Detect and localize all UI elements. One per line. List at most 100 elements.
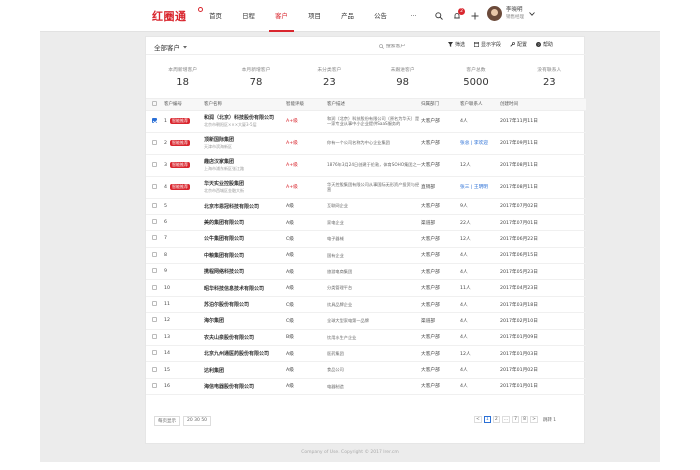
stat-value: 78 <box>249 77 263 88</box>
user-menu[interactable]: 李晓明 销售经理 <box>487 6 535 21</box>
created-date: 2017年01月09日 <box>500 329 586 347</box>
row-checkbox[interactable] <box>152 139 157 145</box>
page-button[interactable]: 2 <box>492 416 500 423</box>
table-row[interactable]: 9 携程网络科技公司 A级 旅游电商集团 大客户部 4人 2017年05月23日 <box>146 263 586 281</box>
customer-name-link[interactable]: 农夫山泉股份有限公司 <box>204 334 286 341</box>
view-selector[interactable]: 全部客户 <box>154 42 187 52</box>
logo: 红圈通 <box>152 10 187 23</box>
customer-name-link[interactable]: 公牛集团有限公司 <box>204 235 286 242</box>
table-row[interactable]: 13 农夫山泉股份有限公司 B级 饮用水生产企业 大客户部 4人 2017年01月09日 <box>146 329 586 347</box>
column-header[interactable]: 客户编号 <box>164 99 204 111</box>
customer-contact[interactable]: 张三 | 王明明 <box>460 185 488 190</box>
column-header[interactable]: 客户名称 <box>204 99 286 111</box>
notification-badge: 2 <box>458 8 465 15</box>
stat-card[interactable]: 客户总数 5000 <box>439 55 512 98</box>
table-row[interactable]: 15 达利集团 A级 食品公司 大客户部 4人 2017年01月02日 <box>146 361 586 379</box>
table-row[interactable]: 16 海信电器股份有限公司 A级 电器制造 大客户部 4人 2017年01月01日 <box>146 378 586 396</box>
column-header[interactable]: 客户联系人 <box>460 99 500 111</box>
notification-bell-icon[interactable]: 2 <box>448 7 466 25</box>
row-checkbox[interactable] <box>152 284 157 290</box>
nav-item[interactable]: 日程 <box>233 0 264 32</box>
table-row[interactable]: 7 公牛集团有限公司 C级 电子器械 大客户部 12人 2017年06月22日 <box>146 230 586 248</box>
table-row[interactable]: 2 智能推荐 顶新国际集团 天津市滨海新区 A+级 你有一个公司名称为中心企业集团 大客户部… <box>146 132 586 155</box>
add-icon[interactable] <box>466 7 484 25</box>
page-button[interactable]: < <box>474 416 482 423</box>
customer-name-link[interactable]: 北京九州通医药股份有限公司 <box>204 350 286 357</box>
table-row[interactable]: 4 智能推荐 华天实业控股集团 北京市西城区金融大街 A+级 华天控股集团有限公司从事国际… <box>146 176 586 199</box>
table-row[interactable]: 12 海尔集团 C级 全球大型家电第一品牌 渠道部 4人 2017年02月10日 <box>146 312 586 330</box>
filter-button[interactable]: 筛选 <box>448 41 465 48</box>
table-row[interactable]: 14 北京九州通医药股份有限公司 A级 医药集团 大客户部 12人 2017年01月03日 <box>146 345 586 363</box>
table-row[interactable]: 6 美的集团有限公司 A级 家电企业 渠道部 22人 2017年07月01日 <box>146 214 586 232</box>
select-all-checkbox[interactable] <box>152 100 157 106</box>
nav-item[interactable]: 产品 <box>332 0 363 32</box>
search-icon[interactable] <box>430 7 448 25</box>
goto-page-label[interactable]: 跳转 1 <box>543 417 556 423</box>
row-checkbox[interactable] <box>152 382 157 388</box>
search-box[interactable] <box>379 41 427 51</box>
customer-name-link[interactable]: 中粮集团有限公司 <box>204 252 286 259</box>
stat-card[interactable]: 未分类客户 23 <box>293 55 366 98</box>
table-row[interactable]: 5 北京市恩冠科技有限公司 A级 互联网企业 大客户部 9人 2017年07月02日 <box>146 198 586 215</box>
config-button[interactable]: 配置 <box>510 41 527 48</box>
customer-contact[interactable]: 张总 | 李欢迎 <box>460 141 488 146</box>
created-date: 2017年01月02日 <box>500 361 586 379</box>
page-button[interactable]: 7 <box>512 416 520 423</box>
customer-description: 饮用水生产企业 <box>327 334 357 340</box>
row-checkbox[interactable] <box>152 350 157 356</box>
stat-card[interactable]: 未跟进客户 98 <box>366 55 439 98</box>
row-checkbox[interactable] <box>152 161 157 167</box>
row-checkbox[interactable] <box>152 219 157 225</box>
nav-item[interactable]: ··· <box>398 0 429 32</box>
customer-name-link[interactable]: 海尔集团 <box>204 317 286 324</box>
stat-card[interactable]: 本月新增客户 78 <box>219 55 292 98</box>
stat-card[interactable]: 没有联系人 23 <box>513 55 586 98</box>
top-icons: 2 <box>430 0 484 32</box>
customer-name-link[interactable]: 和润（北京）科技股份有限公司 <box>204 114 286 121</box>
column-header[interactable]: 智能评级 <box>286 99 327 111</box>
page-button[interactable]: 8 <box>521 416 529 423</box>
row-checkbox[interactable] <box>152 251 157 257</box>
column-header[interactable]: 归属部门 <box>421 99 460 111</box>
customer-name-link[interactable]: 华天实业控股集团 <box>204 180 286 187</box>
customer-name-link[interactable]: 携程网络科技公司 <box>204 268 286 275</box>
stat-card[interactable]: 本周新增客户 18 <box>146 55 219 98</box>
row-checkbox[interactable] <box>152 317 157 323</box>
row-checkbox[interactable] <box>152 301 157 307</box>
table-row[interactable]: 8 中粮集团有限公司 A级 国有企业 大客户部 4人 2017年06月15日 <box>146 247 586 265</box>
table-row[interactable]: 3 智能推荐 趣店汉家集团 上海市浦东新区张江路 A+级 1876年3月24日创建于伦敦，… <box>146 154 586 177</box>
customer-name-link[interactable]: 达利集团 <box>204 367 286 374</box>
nav-item[interactable]: 首页 <box>200 0 231 32</box>
nav-item[interactable]: 客户 <box>266 0 297 32</box>
customer-name-link[interactable]: 美的集团有限公司 <box>204 219 286 226</box>
customer-name-link[interactable]: 北京市恩冠科技有限公司 <box>204 203 286 210</box>
row-checkbox[interactable] <box>152 202 157 208</box>
row-checkbox[interactable] <box>152 235 157 241</box>
column-header[interactable]: 客户描述 <box>327 99 421 111</box>
table-row[interactable]: 1 智能推荐 和润（北京）科技股份有限公司 北京市朝阳区×××大厦3-5层 A+级 和润（… <box>146 110 586 133</box>
customer-name-link[interactable]: 海信电器股份有限公司 <box>204 383 286 390</box>
page-button[interactable]: 1 <box>483 416 491 423</box>
nav-item[interactable]: 项目 <box>299 0 330 32</box>
row-checkbox[interactable] <box>152 117 157 123</box>
customer-name-link[interactable]: 昭华科技信息技术有限公司 <box>204 285 286 292</box>
per-page-select[interactable]: 20 30 50 <box>183 416 212 426</box>
page-button[interactable]: ... <box>501 416 511 423</box>
row-checkbox[interactable] <box>152 333 157 339</box>
table-row[interactable]: 10 昭华科技信息技术有限公司 A级 分类管理平台 大客户部 11人 2017年04月23日 <box>146 279 586 297</box>
nav-item[interactable]: 公告 <box>365 0 396 32</box>
search-input[interactable] <box>386 43 422 49</box>
created-date: 2017年08月11日 <box>500 154 586 177</box>
table-row[interactable]: 11 苏泊尔股份有限公司 C级 炊具品牌企业 大客户部 4人 2017年03月18日 <box>146 296 586 314</box>
row-checkbox[interactable] <box>152 268 157 274</box>
display-fields-button[interactable]: 显示字段 <box>474 41 501 48</box>
customer-name-link[interactable]: 顶新国际集团 <box>204 136 286 143</box>
page-button[interactable]: > <box>530 416 538 423</box>
row-checkbox[interactable] <box>152 366 157 372</box>
help-button[interactable]: ? 帮助 <box>536 41 553 48</box>
customer-name-link[interactable]: 趣店汉家集团 <box>204 158 286 165</box>
customer-name-link[interactable]: 苏泊尔股份有限公司 <box>204 301 286 308</box>
customer-number: 2 <box>164 141 167 146</box>
row-checkbox[interactable] <box>152 183 157 189</box>
column-header[interactable]: 创建时间 <box>500 99 586 111</box>
